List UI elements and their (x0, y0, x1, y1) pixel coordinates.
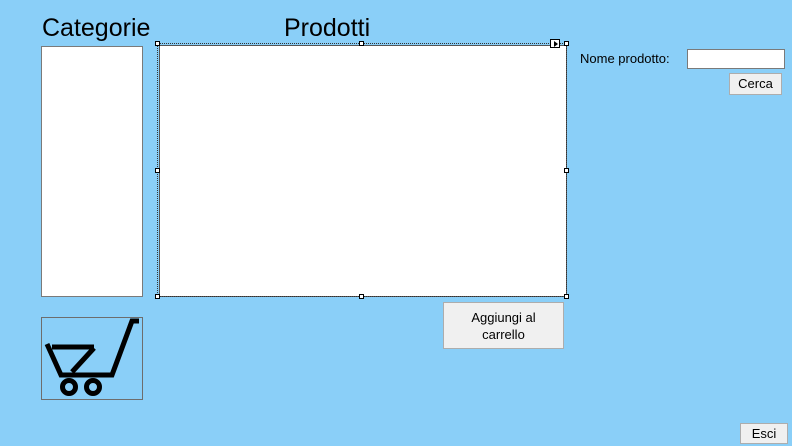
resize-handle-top-right[interactable] (564, 41, 569, 46)
resize-handle-bottom[interactable] (359, 294, 364, 299)
categories-listbox[interactable] (41, 46, 143, 297)
exit-button[interactable]: Esci (740, 423, 788, 444)
products-heading: Prodotti (284, 14, 371, 42)
resize-handle-bottom-right[interactable] (564, 294, 569, 299)
categories-heading: Categorie (42, 14, 151, 42)
product-name-input[interactable] (687, 49, 785, 69)
resize-handle-top-left[interactable] (155, 41, 160, 46)
product-name-label: Nome prodotto: (580, 51, 670, 66)
smart-tag-arrow-icon[interactable] (550, 39, 560, 48)
products-listbox[interactable] (159, 45, 567, 297)
resize-handle-top[interactable] (359, 41, 364, 46)
cart-image[interactable] (41, 317, 143, 400)
resize-handle-bottom-left[interactable] (155, 294, 160, 299)
add-to-cart-button[interactable]: Aggiungi al carrello (443, 302, 564, 349)
resize-handle-left[interactable] (155, 168, 160, 173)
resize-handle-right[interactable] (564, 168, 569, 173)
search-button[interactable]: Cerca (729, 73, 782, 95)
shopping-cart-icon (44, 318, 139, 396)
